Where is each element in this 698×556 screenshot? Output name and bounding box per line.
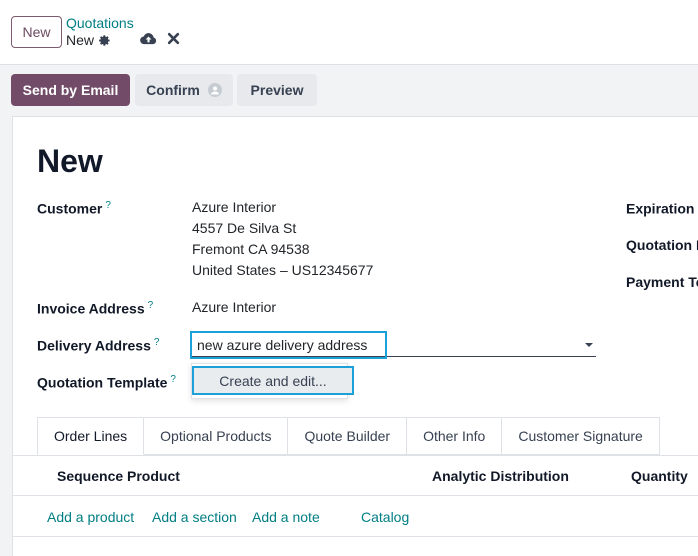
help-icon[interactable]: ? [105,200,111,211]
delivery-address-label-text: Delivery Address [37,337,151,354]
help-icon[interactable]: ? [148,300,154,311]
control-panel: New Quotations New [0,0,698,65]
quotation-template-label: Quotation Template? [37,374,176,391]
chevron-down-icon[interactable] [585,343,593,347]
delivery-address-field [190,331,596,359]
payment-terms-label: Payment Te [626,274,698,290]
breadcrumb-quotations[interactable]: Quotations [66,15,134,31]
column-quantity[interactable]: Quantity [631,468,688,484]
catalog-link[interactable]: Catalog [361,509,409,525]
user-avatar-icon [207,83,222,97]
expiration-label: Expiration? [626,200,698,217]
preview-button[interactable]: Preview [237,74,317,106]
expiration-label-text: Expiration [626,200,695,217]
delivery-address-input[interactable] [190,331,387,359]
action-bar: Send by Email Confirm Preview [0,66,698,116]
tab-other-info[interactable]: Other Info [407,417,503,455]
new-button[interactable]: New [11,16,62,48]
customer-label-text: Customer [37,200,103,217]
gear-icon[interactable] [98,34,111,47]
column-sequence[interactable]: Sequence [57,468,123,484]
customer-name: Azure Interior [192,199,277,215]
tab-optional-products[interactable]: Optional Products [144,417,289,455]
confirm-button-label: Confirm [146,82,200,98]
create-and-edit-option[interactable]: Create and edit... [192,366,354,395]
customer-label: Customer? [37,200,111,217]
invoice-address-field[interactable]: Azure Interior [192,297,276,318]
customer-street: 4557 De Silva St [192,220,297,236]
invoice-address-label-text: Invoice Address [37,300,145,317]
quotation-date-label: Quotation D [626,237,698,253]
help-icon[interactable]: ? [170,374,176,385]
breadcrumb-current: New [66,32,111,48]
customer-city: Fremont CA 94538 [192,241,310,257]
delivery-address-label: Delivery Address? [37,337,159,354]
send-by-email-button[interactable]: Send by Email [11,74,130,106]
invoice-address-label: Invoice Address? [37,300,153,317]
customer-country: United States – US12345677 [192,262,374,278]
add-note-link[interactable]: Add a note [252,509,320,525]
tab-quote-builder[interactable]: Quote Builder [288,417,408,455]
order-lines-header: Sequence Product Analytic Distribution Q… [13,456,698,496]
breadcrumb-current-label: New [66,32,95,48]
order-lines-add-row: Add a product Add a section Add a note C… [13,497,698,537]
notebook-tabs: Order Lines Optional Products Quote Buil… [37,417,660,455]
tab-customer-signature[interactable]: Customer Signature [502,417,660,455]
column-analytic-distribution[interactable]: Analytic Distribution [432,468,569,484]
tab-order-lines[interactable]: Order Lines [37,417,145,455]
quotation-template-label-text: Quotation Template [37,374,168,391]
form-sheet: New Customer? Azure Interior 4557 De Sil… [12,116,698,556]
help-icon[interactable]: ? [154,337,160,348]
autocomplete-dropdown: Create and edit... [191,363,354,399]
add-product-link[interactable]: Add a product [47,509,134,525]
add-section-link[interactable]: Add a section [152,509,237,525]
close-icon[interactable] [167,32,180,45]
confirm-button[interactable]: Confirm [135,74,233,106]
page-title: New [37,143,103,179]
cloud-upload-icon[interactable] [140,32,157,46]
column-product[interactable]: Product [127,468,180,484]
customer-field[interactable]: Azure Interior 4557 De Silva St Fremont … [192,197,373,281]
